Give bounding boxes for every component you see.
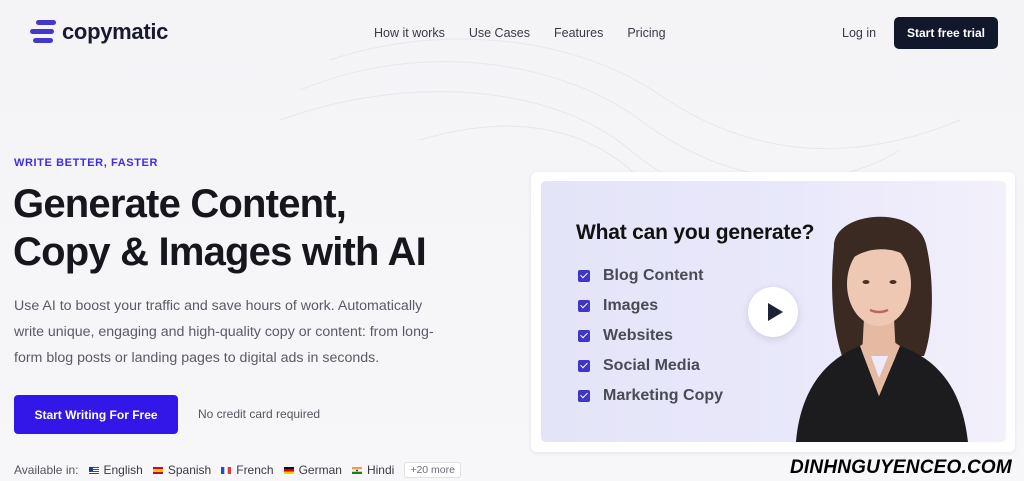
brand-name: copymatic [62, 19, 169, 44]
nav-link-use-cases[interactable]: Use Cases [469, 26, 530, 40]
list-item: Blog Content [578, 261, 723, 291]
in-flag-icon [351, 466, 362, 474]
us-flag-icon [88, 466, 99, 474]
language-name: French [236, 463, 274, 477]
nav-link-pricing[interactable]: Pricing [627, 26, 665, 40]
hero-description: Use AI to boost your traffic and save ho… [14, 298, 434, 366]
language-name: German [298, 463, 342, 477]
list-item: Websites [578, 321, 723, 351]
language-french: French [221, 463, 274, 477]
list-item-label: Marketing Copy [603, 387, 724, 404]
language-german: German [283, 463, 342, 477]
list-item-label: Social Media [603, 357, 700, 374]
watermark: DINHNGUYENCEO.COM [790, 457, 1012, 478]
es-flag-icon [152, 466, 163, 474]
nav-link-how-it-works[interactable]: How it works [374, 26, 445, 40]
top-navigation: copymatic How it works Use Cases Feature… [0, 0, 1024, 68]
list-item: Images [578, 291, 723, 321]
language-name: Spanish [167, 463, 212, 477]
more-languages-badge[interactable]: +20 more [404, 462, 461, 478]
nav-links: How it works Use Cases Features Pricing [374, 26, 666, 40]
headline-line-2: Copy & Images with AI [13, 230, 427, 274]
de-flag-icon [283, 466, 294, 474]
generate-list: Blog Content Images Websites Social Medi… [578, 261, 723, 411]
languages-bar: Available in: English Spanish French Ger… [14, 462, 461, 478]
languages-label: Available in: [14, 463, 79, 477]
checkbox-icon [578, 360, 590, 372]
language-spanish: Spanish [152, 463, 212, 477]
list-item-label: Images [603, 297, 659, 314]
start-free-trial-button[interactable]: Start free trial [894, 17, 998, 49]
headline-line-1: Generate Content, [13, 182, 347, 226]
login-link[interactable]: Log in [842, 26, 876, 40]
hero-headline: Generate Content, Copy & Images with AI [13, 180, 513, 276]
nav-link-features[interactable]: Features [554, 26, 603, 40]
brand-logo[interactable]: copymatic [30, 18, 168, 46]
hero-eyebrow: WRITE BETTER, FASTER [14, 157, 158, 169]
list-item-label: Blog Content [603, 267, 704, 284]
list-item: Marketing Copy [578, 381, 723, 411]
checkbox-icon [578, 390, 590, 402]
no-credit-card-note: No credit card required [198, 407, 321, 421]
video-player[interactable]: What can you generate? Blog Content Imag… [541, 181, 1006, 442]
list-item-label: Websites [603, 327, 673, 344]
checkbox-icon [578, 270, 590, 282]
checkbox-icon [578, 300, 590, 312]
language-name: Hindi [366, 463, 395, 477]
language-hindi: Hindi [351, 463, 395, 477]
copymatic-logo-icon [30, 18, 56, 46]
language-english: English [88, 463, 143, 477]
start-writing-button[interactable]: Start Writing For Free [14, 395, 178, 434]
checkbox-icon [578, 330, 590, 342]
fr-flag-icon [221, 466, 232, 474]
play-icon[interactable] [748, 287, 798, 337]
list-item: Social Media [578, 351, 723, 381]
language-name: English [103, 463, 143, 477]
